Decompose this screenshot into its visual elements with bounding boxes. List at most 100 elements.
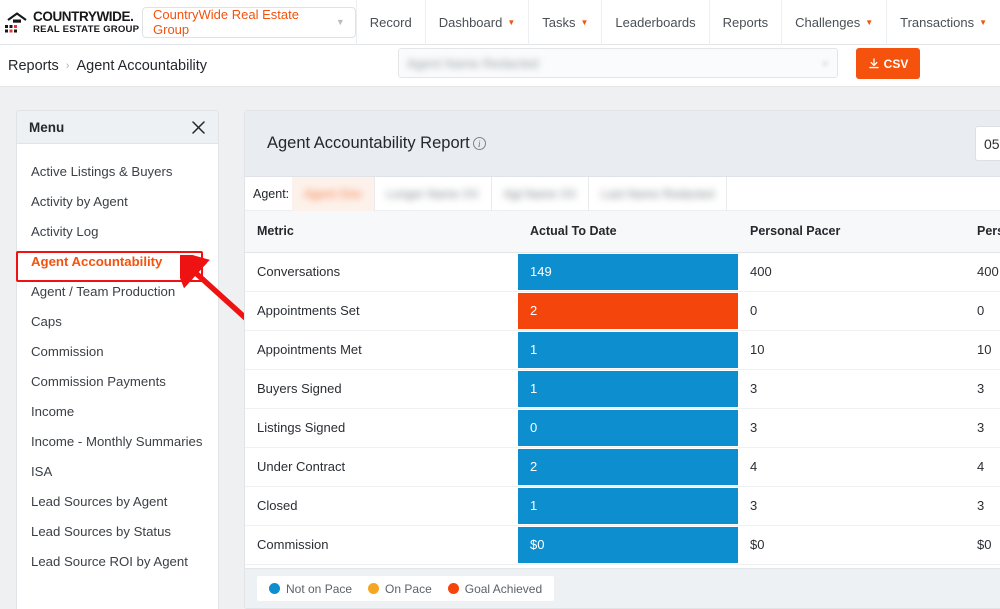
sidebar-item-label: Activity by Agent [31, 193, 128, 209]
sidebar-item-commission-payments[interactable]: Commission Payments [17, 366, 218, 396]
cell-personal-pacer-2: 3 [965, 408, 1000, 448]
search-input-value: Agent Name Redacted [407, 55, 539, 71]
export-csv-button[interactable]: CSV [856, 48, 920, 79]
date-range-input[interactable]: 05 [975, 126, 1000, 161]
nav-label: Leaderboards [615, 14, 696, 30]
sidebar-item-lead-sources-by-status[interactable]: Lead Sources by Status [17, 516, 218, 546]
cell-personal-pacer-2: $0 [965, 525, 1000, 565]
logo-secondary-text: REAL ESTATE GROUP [33, 24, 140, 36]
sidebar-item-label: Agent / Team Production [31, 283, 176, 299]
chevron-down-icon: ▼ [580, 17, 589, 27]
cell-personal-pacer: 3 [738, 369, 965, 409]
nav-item-reports[interactable]: Reports [708, 0, 782, 45]
sidebar-item-list: Active Listings & Buyers Activity by Age… [17, 144, 218, 576]
sidebar-item-label: Caps [31, 313, 62, 329]
sidebar-item-activity-by-agent[interactable]: Activity by Agent [17, 186, 218, 216]
sidebar-item-isa[interactable]: ISA [17, 456, 218, 486]
cell-personal-pacer-2: 3 [965, 369, 1000, 409]
sidebar-header: Menu [17, 111, 218, 144]
sidebar-item-lead-source-roi-by-agent[interactable]: Lead Source ROI by Agent [17, 546, 218, 576]
sidebar-item-lead-sources-by-agent[interactable]: Lead Sources by Agent [17, 486, 218, 516]
table-header-row: Metric Actual To Date Personal Pacer Per… [245, 211, 1000, 253]
nav-item-transactions[interactable]: Transactions ▼ [886, 0, 1000, 45]
sidebar-item-label: Income - Monthly Summaries [31, 433, 203, 449]
breadcrumb: Reports › Agent Accountability [0, 58, 207, 74]
agent-chip[interactable]: Longer Name XX [375, 176, 492, 211]
sidebar-item-label: Lead Source ROI by Agent [31, 553, 188, 569]
cell-actual-to-date: 1 [518, 486, 738, 526]
chevron-down-icon: ▼ [865, 17, 874, 27]
cell-metric: Commission [245, 525, 518, 565]
sidebar-item-active-listings-buyers[interactable]: Active Listings & Buyers [17, 156, 218, 186]
legend-label: Goal Achieved [464, 581, 543, 596]
sidebar-item-commission[interactable]: Commission [17, 336, 218, 366]
cell-personal-pacer: 10 [738, 330, 965, 370]
export-csv-label: CSV [883, 56, 909, 71]
info-icon[interactable]: i [472, 137, 486, 150]
reports-menu-sidebar: Menu Active Listings & Buyers Activity b… [16, 110, 219, 609]
cell-personal-pacer: 4 [738, 447, 965, 487]
table-row: Appointments Set 2 0 0 [245, 291, 1000, 331]
status-bar: 0 [518, 409, 738, 446]
chevron-down-icon: ▼ [507, 17, 516, 27]
cell-actual-to-date: 2 [518, 291, 738, 331]
agent-chip-label: Longer Name XX [386, 186, 479, 201]
cell-metric: Closed [245, 486, 518, 526]
sidebar-title: Menu [29, 119, 65, 135]
cell-personal-pacer: 3 [738, 408, 965, 448]
breadcrumb-parent[interactable]: Reports [8, 58, 59, 74]
sidebar-item-activity-log[interactable]: Activity Log [17, 216, 218, 246]
column-header-metric[interactable]: Metric [245, 211, 518, 253]
sidebar-item-income-monthly-summaries[interactable]: Income - Monthly Summaries [17, 426, 218, 456]
nav-item-dashboard[interactable]: Dashboard ▼ [424, 0, 529, 45]
agent-chip[interactable]: Agt Name XX [492, 176, 590, 211]
sidebar-item-caps[interactable]: Caps [17, 306, 218, 336]
cell-metric: Appointments Set [245, 291, 518, 331]
column-header-personal-pacer-2[interactable]: Perso [965, 211, 1000, 253]
table-body: Conversations 149 400 400 Appointments S… [245, 252, 1000, 565]
close-icon[interactable] [191, 120, 206, 135]
chevron-down-icon: ▼ [979, 17, 987, 27]
cell-actual-to-date: 1 [518, 369, 738, 409]
organization-selector[interactable]: CountryWide Real Estate Group ▼ [142, 6, 356, 38]
nav-label: Record [369, 14, 412, 30]
cell-actual-to-date: 2 [518, 447, 738, 487]
agent-chip[interactable]: Last Name Redacted [589, 176, 728, 211]
search-input[interactable]: Agent Name Redacted × [398, 48, 838, 78]
cell-metric: Listings Signed [245, 408, 518, 448]
status-bar: 1 [518, 487, 738, 524]
app-logo[interactable]: COUNTRYWIDE. REAL ESTATE GROUP [0, 8, 140, 36]
status-bar: 2 [518, 448, 738, 485]
cell-personal-pacer: 3 [738, 486, 965, 526]
nav-item-record[interactable]: Record [355, 0, 425, 45]
nav-label: Dashboard [438, 14, 503, 30]
agent-filter-label: Agent: [253, 186, 290, 201]
legend-bar: Not on Pace On Pace Goal Achieved [245, 568, 1000, 608]
legend-dot-icon [447, 583, 459, 594]
cell-personal-pacer: 0 [738, 291, 965, 331]
logo-primary-text: COUNTRYWIDE [33, 8, 131, 24]
legend-label: Not on Pace [286, 581, 353, 596]
agent-chip-selected[interactable]: Agent One [292, 176, 375, 211]
legend-label: On Pace [385, 581, 432, 596]
sidebar-item-agent-team-production[interactable]: Agent / Team Production [17, 276, 218, 306]
cell-personal-pacer-2: 400 [965, 252, 1000, 292]
nav-label: Tasks [542, 14, 576, 30]
nav-label: Reports [722, 14, 769, 30]
nav-item-challenges[interactable]: Challenges ▼ [781, 0, 886, 45]
top-navigation-bar: COUNTRYWIDE. REAL ESTATE GROUP CountryWi… [0, 0, 1000, 45]
countrywide-house-icon [4, 9, 30, 35]
sidebar-item-agent-accountability[interactable]: Agent Accountability [17, 246, 218, 276]
table-row: Under Contract 2 4 4 [245, 447, 1000, 487]
clear-icon[interactable]: × [821, 56, 829, 71]
cell-personal-pacer-2: 10 [965, 330, 1000, 370]
column-header-personal-pacer[interactable]: Personal Pacer [738, 211, 965, 253]
column-header-actual-to-date[interactable]: Actual To Date [518, 211, 738, 253]
nav-item-tasks[interactable]: Tasks ▼ [528, 0, 601, 45]
agent-chip-label: Agent One [304, 186, 362, 201]
agent-chip-label: Last Name Redacted [601, 186, 715, 201]
status-bar: 149 [518, 253, 738, 290]
sidebar-item-income[interactable]: Income [17, 396, 218, 426]
agent-chip-label: Agt Name XX [503, 186, 577, 201]
nav-item-leaderboards[interactable]: Leaderboards [601, 0, 708, 45]
